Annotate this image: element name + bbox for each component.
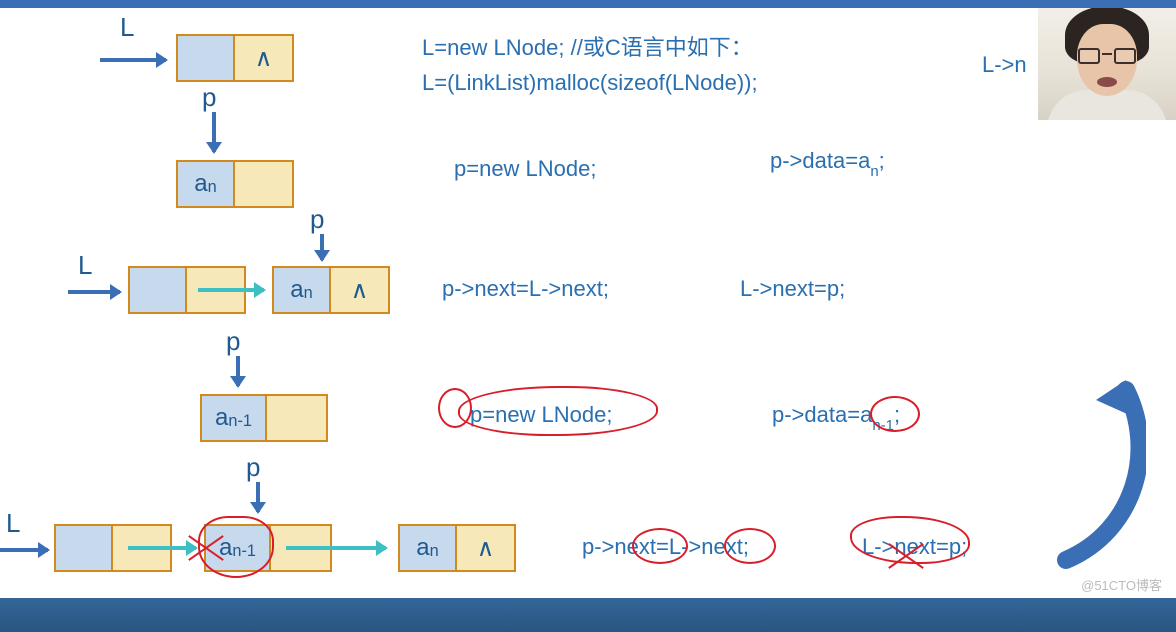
pointer-p-1: p [202,82,216,113]
head-node-1: ∧ [176,34,294,82]
new-node-an: an [176,160,294,208]
code-Lnext-2: L->next=p; [862,534,967,560]
pointer-L-2: L [78,250,92,281]
pointer-p-4: p [246,452,260,483]
bottom-bar [0,598,1176,632]
node-an-4: an ∧ [398,524,516,572]
arrow-L-4 [0,548,48,552]
arrow-p-down-1 [212,112,216,152]
arrow-p-down-4 [256,482,260,512]
code-L-new: L=new LNode; //或C语言中如下： [422,30,753,62]
pointer-L-1: L [120,12,134,43]
code-pnext-2: p->next=L->next; [582,534,749,560]
presenter-webcam [1038,8,1176,120]
code-p-data-anm1: p->data=an-1; [772,402,900,431]
arrow-L-2 [68,290,120,294]
pointer-p-3: p [226,326,240,357]
annotation-scribble-1 [438,388,472,428]
code-p-new-1: p=new LNode; [454,156,597,182]
code-L-next-cut: L->n [982,52,1027,78]
arrow-p-down-2 [320,234,324,260]
link-anm1-to-an [286,546,386,550]
loop-arrow-icon [1036,370,1146,570]
code-Lnext-1: L->next=p; [740,276,845,302]
top-bar [0,0,1176,8]
link-head-to-anm1 [128,546,196,550]
arrow-L-1 [100,58,166,62]
null-cell-1: ∧ [235,36,292,80]
pointer-p-2: p [310,204,324,235]
code-L-malloc: L=(LinkList)malloc(sizeof(LNode)); [422,70,758,96]
link-head-to-an [198,288,264,292]
code-pnext-1: p->next=L->next; [442,276,609,302]
pointer-L-4: L [6,508,20,539]
new-node-anm1-detached: an-1 [200,394,328,442]
arrow-p-down-3 [236,356,240,386]
code-p-new-2: p=new LNode; [470,402,613,428]
node-an-2: an ∧ [272,266,390,314]
watermark: @51CTO博客 [1081,575,1162,594]
code-p-data-an: p->data=an; [770,148,885,177]
